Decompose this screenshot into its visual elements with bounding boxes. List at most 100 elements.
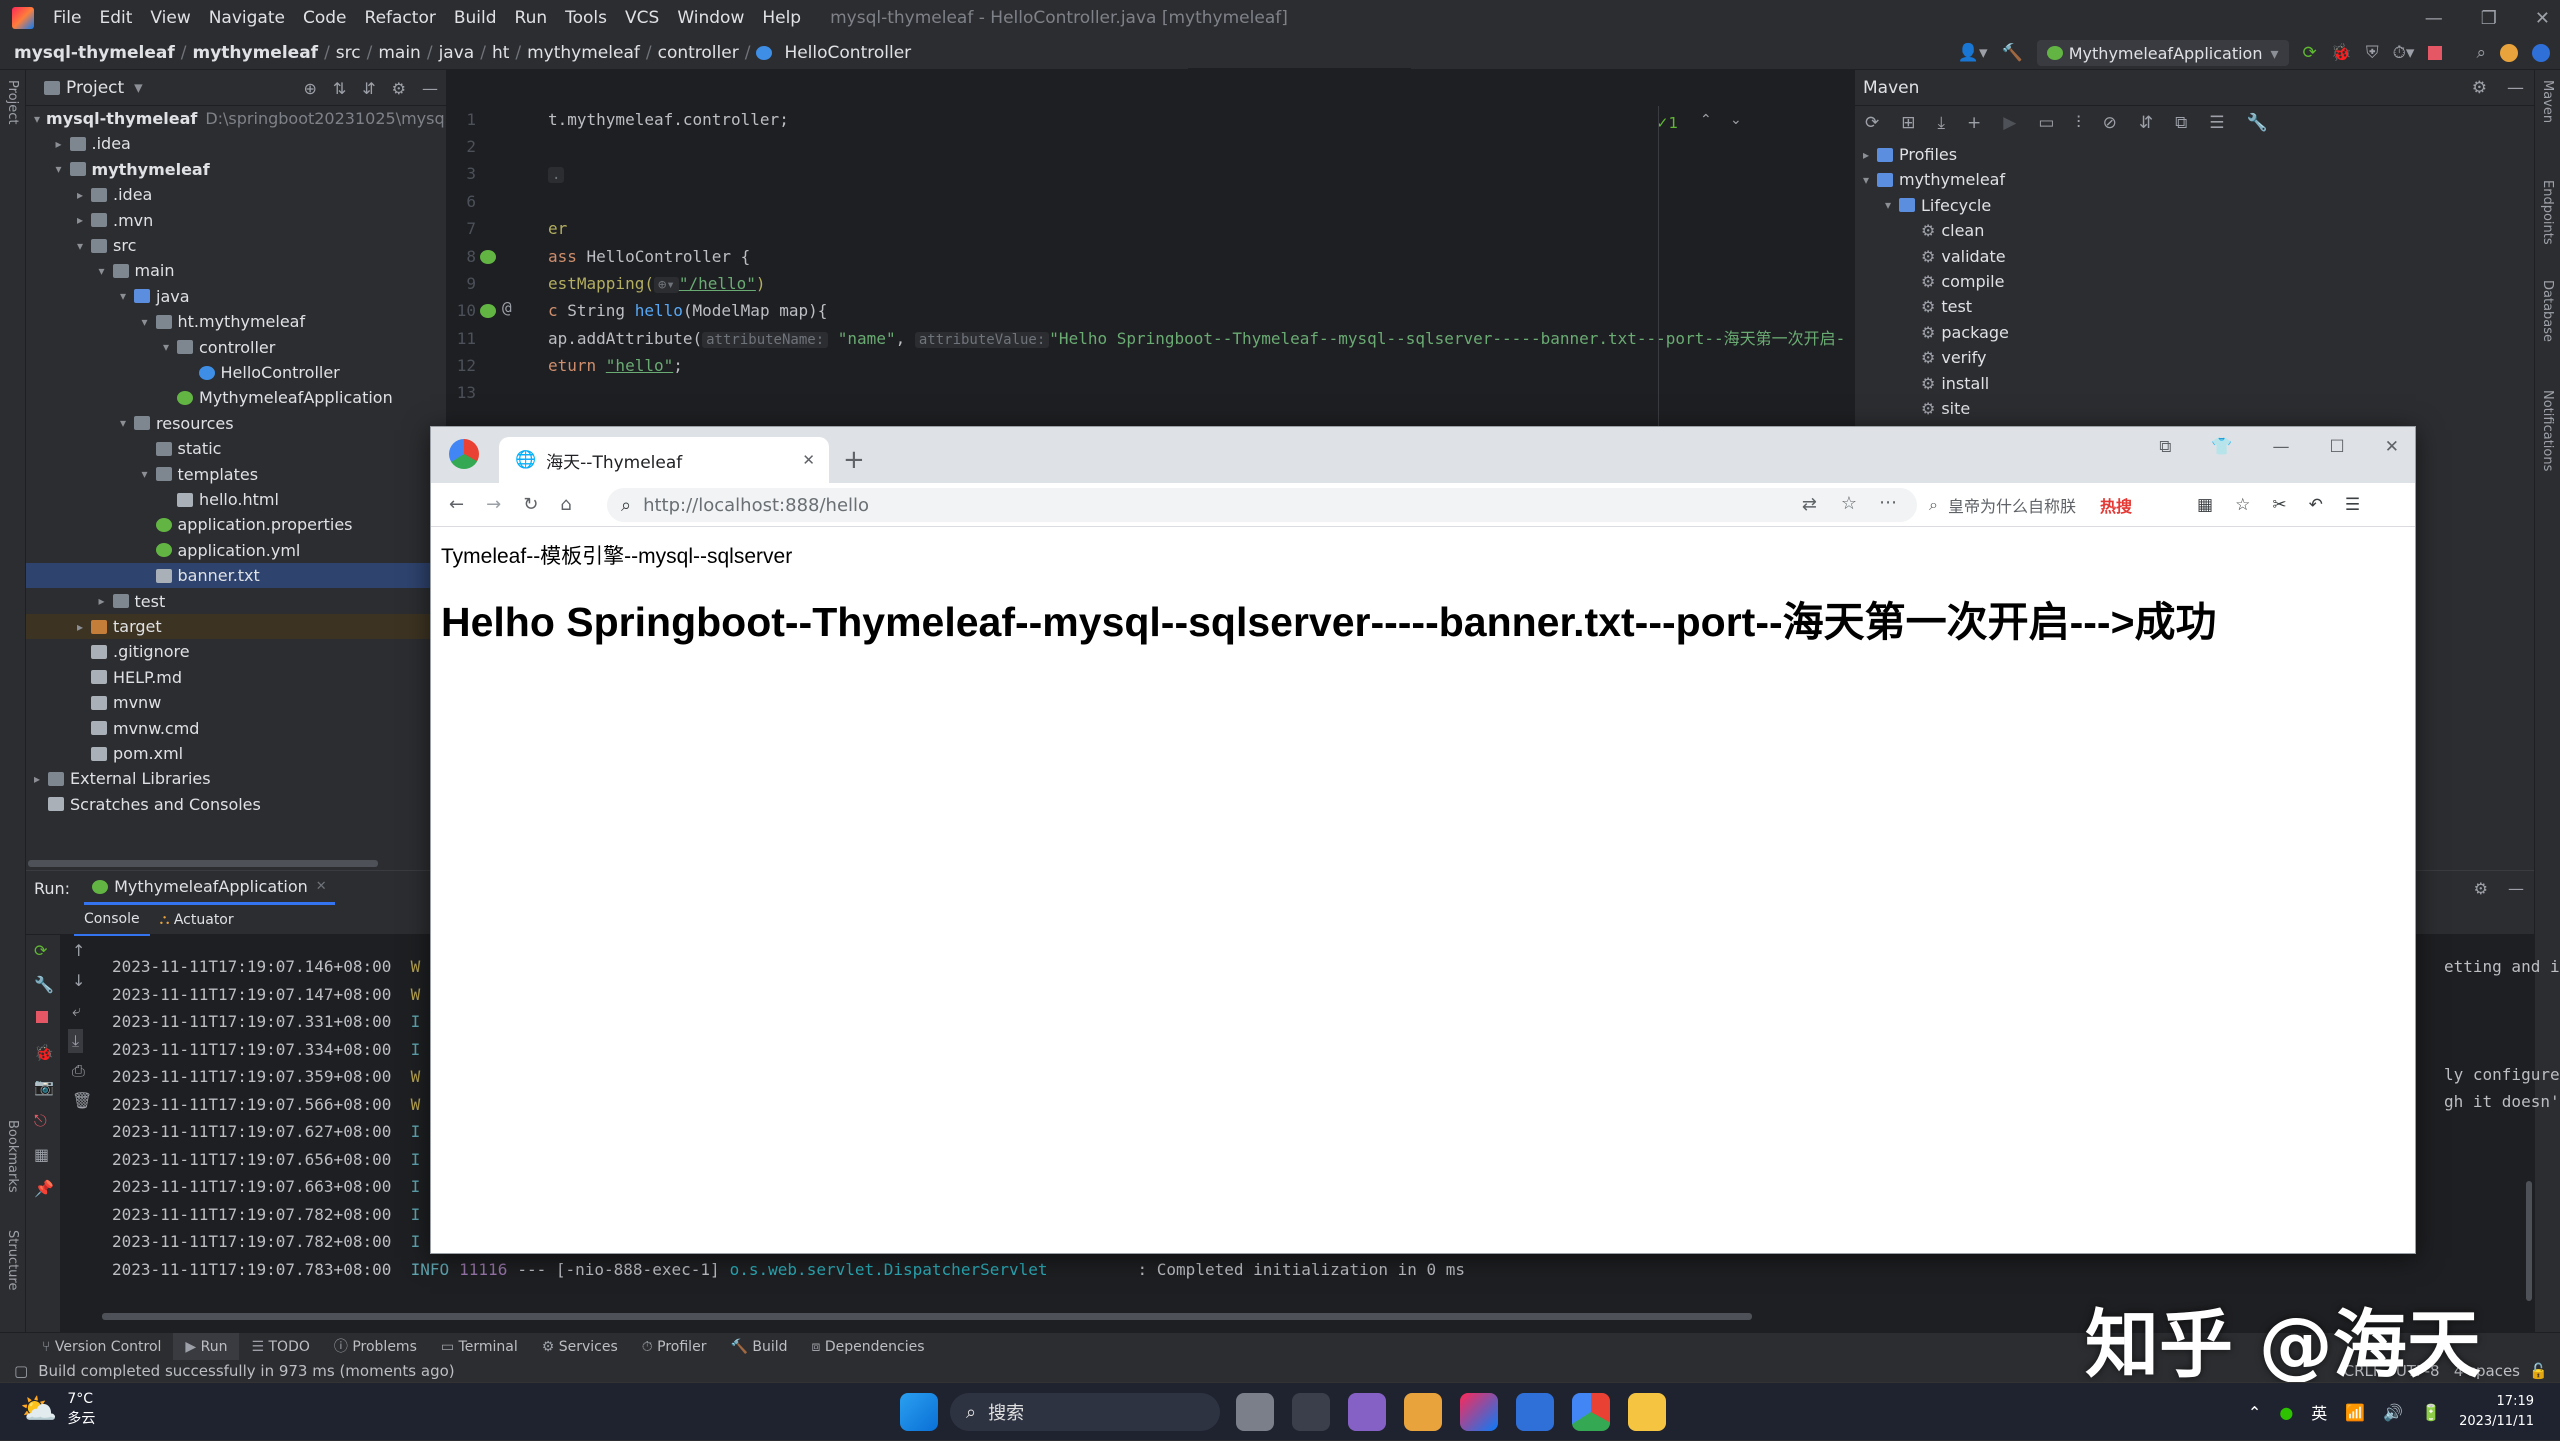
toolwindow-build[interactable]: 🔨 Build bbox=[718, 1333, 799, 1361]
notifications-strip-button[interactable]: Notifications bbox=[2540, 390, 2555, 471]
horizontal-scrollbar[interactable] bbox=[28, 860, 378, 867]
chevron-icon[interactable]: ▸ bbox=[77, 213, 91, 227]
menu-edit[interactable]: Edit bbox=[90, 0, 141, 36]
hide-icon[interactable]: — bbox=[2508, 879, 2524, 898]
minimize-icon[interactable]: — bbox=[2425, 8, 2443, 29]
breadcrumb-item[interactable]: mysql-thymeleaf bbox=[8, 36, 181, 70]
translate-icon[interactable]: ⇄ bbox=[1802, 494, 1817, 515]
menu-build[interactable]: Build bbox=[445, 0, 506, 36]
status-message[interactable]: Build completed successfully in 973 ms (… bbox=[28, 1362, 454, 1380]
locate-icon[interactable]: ⊕ bbox=[303, 79, 316, 98]
console-tab[interactable]: Console bbox=[74, 904, 150, 936]
skip-tests-icon[interactable]: ⊘ bbox=[2103, 113, 2117, 133]
tree-item[interactable]: application.yml bbox=[26, 538, 446, 563]
menu-file[interactable]: File bbox=[44, 0, 90, 36]
tree-item[interactable]: banner.txt bbox=[26, 563, 446, 589]
chevron-down-icon[interactable]: ▾ bbox=[134, 78, 143, 98]
maximize-icon[interactable]: ☐ bbox=[2330, 437, 2345, 457]
spring-mapping-gutter-icon[interactable] bbox=[480, 304, 496, 318]
chevron-icon[interactable]: ▾ bbox=[34, 112, 40, 126]
tree-item[interactable]: ▾ java bbox=[26, 284, 446, 309]
console-horizontal-scrollbar[interactable] bbox=[102, 1313, 1752, 1320]
file-explorer-icon[interactable] bbox=[1628, 1393, 1666, 1431]
toolwindow-services[interactable]: ⚙ Services bbox=[530, 1333, 630, 1361]
maven-tree-item[interactable]: ▸ Profiles bbox=[1855, 142, 1957, 167]
breadcrumb-item[interactable]: mythymeleaf bbox=[186, 36, 324, 70]
database-strip-button[interactable]: Database bbox=[2540, 280, 2555, 342]
ime-indicator[interactable]: 英 bbox=[2311, 1400, 2327, 1424]
toolwindow-dependencies[interactable]: ⧈ Dependencies bbox=[800, 1333, 937, 1361]
reload-icon[interactable]: ⟳ bbox=[1865, 113, 1879, 133]
collapse-all-icon[interactable]: ⇵ bbox=[362, 79, 375, 98]
plus-icon[interactable]: + bbox=[1967, 113, 1981, 133]
tree-item[interactable]: pom.xml bbox=[26, 741, 446, 766]
toolwindow-terminal[interactable]: ▭ Terminal bbox=[429, 1333, 530, 1361]
minimize-icon[interactable]: — bbox=[2273, 437, 2290, 457]
collections-icon[interactable]: ☆ bbox=[2235, 495, 2250, 515]
more-icon[interactable]: ⋯ bbox=[1879, 492, 1897, 513]
maven-strip-button[interactable]: Maven bbox=[2540, 80, 2555, 123]
screenshot-scissors-icon[interactable]: ✂ bbox=[2272, 495, 2286, 515]
hide-icon[interactable]: — bbox=[2507, 78, 2524, 98]
chevron-icon[interactable]: ▾ bbox=[77, 239, 91, 253]
wechat-icon[interactable]: ● bbox=[2279, 1403, 2293, 1422]
breadcrumb-item[interactable]: HelloController bbox=[778, 36, 917, 70]
chevron-icon[interactable]: ▾ bbox=[142, 315, 156, 329]
tools-icon[interactable] bbox=[1292, 1393, 1330, 1431]
maven-tree-item[interactable]: ▾ mythymeleaf bbox=[1855, 167, 2005, 192]
breadcrumb-item[interactable]: src bbox=[330, 36, 367, 70]
tree-item[interactable]: HELP.md bbox=[26, 665, 446, 690]
chevron-icon[interactable]: ▾ bbox=[163, 340, 177, 354]
menu-view[interactable]: View bbox=[141, 0, 199, 36]
execute-goal-icon[interactable]: ▭ bbox=[2038, 113, 2054, 133]
diagram-icon[interactable]: ☰ bbox=[2209, 113, 2224, 133]
close-icon[interactable]: ✕ bbox=[316, 879, 327, 894]
toolwindow-todo[interactable]: ☰ TODO bbox=[239, 1333, 321, 1361]
app-store-icon[interactable] bbox=[1516, 1393, 1554, 1431]
volume-icon[interactable]: 🔊 bbox=[2383, 1403, 2403, 1422]
collapse-icon[interactable]: ⇵ bbox=[2139, 113, 2153, 133]
update-icon[interactable] bbox=[2500, 44, 2518, 62]
chevron-icon[interactable]: ▸ bbox=[1863, 148, 1877, 162]
chevron-icon[interactable]: ▸ bbox=[34, 772, 48, 786]
profile-icon[interactable]: ⏱▾ bbox=[2393, 43, 2415, 63]
toolwindow-profiler[interactable]: ⏱ Profiler bbox=[630, 1333, 719, 1361]
breadcrumb-item[interactable]: ht bbox=[486, 36, 515, 70]
visual-studio-icon[interactable] bbox=[1348, 1393, 1386, 1431]
tree-item[interactable]: Scratches and Consoles bbox=[26, 792, 446, 817]
tree-item[interactable]: hello.html bbox=[26, 487, 446, 512]
tree-item[interactable]: ▾ ht.mythymeleaf bbox=[26, 309, 446, 334]
gear-icon[interactable]: ⚙ bbox=[2474, 879, 2488, 898]
maven-tree-item[interactable]: ⚙ package bbox=[1855, 320, 2009, 345]
maven-tree-item[interactable]: ⚙ compile bbox=[1855, 269, 2004, 294]
tree-item[interactable]: ▾ mythymeleaf bbox=[26, 157, 446, 182]
hot-search-badge[interactable]: 热搜 bbox=[2100, 493, 2132, 517]
tree-item[interactable]: application.properties bbox=[26, 512, 446, 537]
tree-item[interactable]: mvnw.cmd bbox=[26, 716, 446, 741]
maven-tree-item[interactable]: ⚙ verify bbox=[1855, 345, 1987, 370]
breadcrumb-item[interactable]: java bbox=[433, 36, 481, 70]
spring-bean-gutter-icon[interactable] bbox=[480, 250, 496, 264]
toggle-offline-icon[interactable]: ⫶ bbox=[2076, 113, 2080, 133]
breadcrumb-item[interactable]: main bbox=[372, 36, 426, 70]
menu-tools[interactable]: Tools bbox=[556, 0, 616, 36]
maven-tree-item[interactable]: ▾ Lifecycle bbox=[1855, 193, 1991, 218]
bookmark-star-icon[interactable]: ☆ bbox=[1841, 493, 1857, 514]
bookmarks-strip-button[interactable]: Bookmarks bbox=[5, 1120, 20, 1193]
intellij-logo-icon[interactable] bbox=[12, 7, 34, 29]
user-icon[interactable]: 👤▾ bbox=[1958, 43, 1988, 63]
toolwindow-problems[interactable]: ⓘ Problems bbox=[322, 1333, 429, 1361]
chevron-icon[interactable]: ▾ bbox=[99, 264, 113, 278]
tree-item[interactable]: ▸ .idea bbox=[26, 131, 446, 156]
chevron-icon[interactable]: ▸ bbox=[77, 620, 91, 634]
tree-item[interactable]: ▾ templates bbox=[26, 462, 446, 487]
project-label[interactable]: Project bbox=[66, 78, 124, 98]
new-tab-icon[interactable]: + bbox=[843, 445, 865, 475]
expand-all-icon[interactable]: ⇅ bbox=[333, 79, 346, 98]
hide-icon[interactable]: — bbox=[422, 79, 438, 98]
menu-window[interactable]: Window bbox=[668, 0, 753, 36]
tree-item[interactable]: ▸ .mvn bbox=[26, 208, 446, 233]
tree-item[interactable]: ▸ .idea bbox=[26, 182, 446, 207]
tree-item[interactable]: HelloController bbox=[26, 360, 446, 385]
build-hammer-icon[interactable]: 🔨 bbox=[2002, 43, 2023, 63]
